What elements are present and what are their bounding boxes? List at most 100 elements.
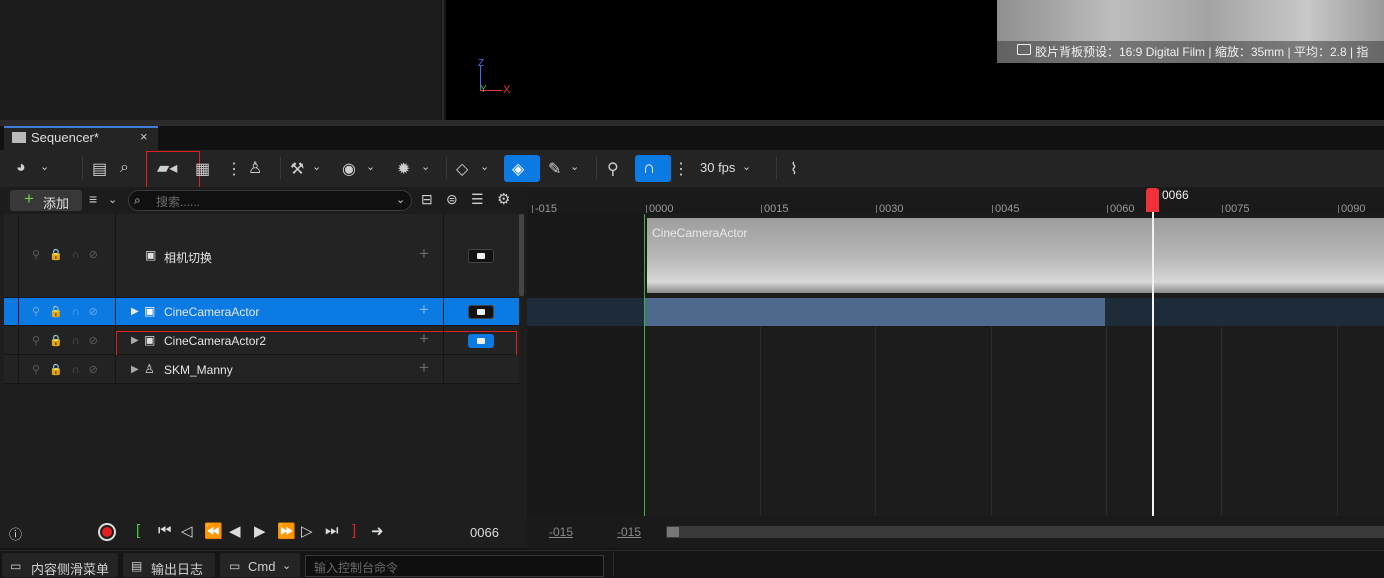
expand-arrow-icon[interactable]: ▶ bbox=[131, 306, 139, 317]
next-key-icon[interactable]: ▷ bbox=[301, 522, 313, 540]
column-divider bbox=[115, 214, 116, 384]
auto-key-icon: ◈ bbox=[512, 161, 525, 178]
timeline-scrollbar-thumb[interactable] bbox=[667, 527, 679, 537]
step-forward-icon[interactable]: ⏩ bbox=[277, 522, 296, 540]
row-state-icons[interactable]: ⚲🔒∩⊘ bbox=[32, 363, 107, 376]
clapper-icon bbox=[12, 132, 26, 143]
timeline-scrollbar[interactable] bbox=[666, 526, 1384, 538]
chevron-down-icon[interactable]: ⌄ bbox=[312, 160, 321, 173]
row-label: SKM_Manny bbox=[164, 363, 233, 377]
chevron-down-icon: ⌄ bbox=[282, 560, 292, 572]
toolbar-divider bbox=[82, 157, 83, 179]
gear-icon[interactable]: ✹ bbox=[397, 159, 410, 179]
step-back-icon[interactable]: ⏪ bbox=[204, 522, 223, 540]
terminal-icon: ▭ bbox=[229, 559, 241, 573]
magnet-icon: ∩ bbox=[643, 158, 656, 177]
grid-line bbox=[991, 326, 992, 516]
wrench-icon[interactable]: ⚒ bbox=[290, 159, 304, 179]
console-placeholder: 输入控制台命令 bbox=[314, 561, 399, 575]
tree-row-skm-manny[interactable]: ⚲🔒∩⊘ ▶ ♙ SKM_Manny + bbox=[4, 355, 519, 384]
chevron-down-icon[interactable]: ⌄ bbox=[40, 160, 49, 173]
loop-arrow-icon[interactable]: ➜ bbox=[371, 522, 384, 540]
record-icon bbox=[102, 527, 112, 537]
chevron-down-icon[interactable]: ⌄ bbox=[421, 160, 430, 173]
chevron-down-icon[interactable]: ⌄ bbox=[108, 193, 117, 206]
collapse-all-icon[interactable]: ⊟ bbox=[421, 191, 433, 208]
view-range-end[interactable]: -015 bbox=[617, 525, 641, 539]
marker-pin-icon[interactable]: ⚲ bbox=[607, 159, 619, 179]
status-divider bbox=[613, 551, 614, 577]
prev-key-icon[interactable]: ◁ bbox=[181, 522, 193, 540]
expand-all-icon[interactable]: ⊜ bbox=[446, 191, 458, 208]
chevron-down-icon[interactable]: ⌄ bbox=[570, 160, 579, 173]
row-state-icons[interactable]: ⚲🔒∩⊘ bbox=[32, 334, 107, 347]
add-key-plus-icon[interactable]: + bbox=[419, 244, 429, 264]
key-diamond-icon[interactable]: ◇ bbox=[456, 159, 468, 179]
settings-icon[interactable]: ⚙ bbox=[497, 190, 510, 208]
list-icon[interactable]: ☰ bbox=[471, 191, 484, 208]
tree-row-cinecameraactor[interactable]: ⚲🔒∩⊘ ▶ ▣ CineCameraActor + bbox=[4, 298, 519, 326]
thumbnail bbox=[773, 218, 901, 293]
toolbar-divider bbox=[446, 157, 447, 179]
actor-section-bar[interactable] bbox=[645, 298, 1105, 326]
axis-x-label: X bbox=[503, 84, 511, 96]
frame-rate-label[interactable]: 30 fps bbox=[700, 160, 735, 175]
playback-start-line[interactable] bbox=[644, 214, 645, 516]
tick-mark bbox=[1107, 205, 1108, 213]
curve-editor-icon[interactable]: ⌇ bbox=[790, 159, 798, 179]
chevron-down-icon[interactable]: ⌄ bbox=[366, 160, 375, 173]
camera-cut-section[interactable] bbox=[647, 218, 1384, 293]
search-icon: ⌕ bbox=[134, 193, 141, 207]
snap-options-icon[interactable]: ⋮ bbox=[673, 159, 689, 179]
world-icon[interactable]: ◕ bbox=[16, 159, 26, 177]
track-pre-range bbox=[527, 214, 644, 516]
filter-icon[interactable]: ≡ bbox=[89, 191, 97, 207]
chevron-down-icon[interactable]: ⌄ bbox=[396, 193, 405, 206]
jump-to-start-icon[interactable]: ⏮ bbox=[158, 522, 172, 539]
expand-arrow-icon[interactable]: ▶ bbox=[131, 364, 139, 375]
more-options-icon[interactable]: ⋮ bbox=[226, 159, 242, 179]
set-start-icon[interactable]: [ bbox=[136, 522, 140, 539]
set-end-icon[interactable]: ] bbox=[352, 522, 356, 539]
save-icon[interactable]: ▤ bbox=[92, 159, 107, 179]
camera-cut-icon: ▣ bbox=[145, 248, 157, 262]
thumbnail bbox=[1025, 218, 1153, 293]
tree-row-camera-cuts[interactable]: ⚲🔒∩⊘ ▣ 相机切换 + bbox=[4, 214, 519, 298]
close-icon[interactable]: × bbox=[140, 129, 148, 144]
info-icon[interactable]: ⓘ bbox=[9, 524, 22, 543]
jump-to-end-icon[interactable]: ⏭ bbox=[325, 522, 339, 539]
camera-toggle-icon[interactable] bbox=[468, 305, 494, 319]
view-range-start[interactable]: -015 bbox=[549, 525, 573, 539]
chevron-down-icon[interactable]: ⌄ bbox=[480, 160, 489, 173]
plus-icon: + bbox=[24, 189, 34, 208]
playhead-handle[interactable] bbox=[1146, 188, 1159, 212]
playhead-line[interactable] bbox=[1152, 212, 1154, 516]
actors-icon[interactable]: ♙ bbox=[248, 158, 262, 178]
eye-icon[interactable]: ◉ bbox=[342, 159, 356, 179]
toolbar-divider bbox=[596, 157, 597, 179]
chevron-down-icon[interactable]: ⌄ bbox=[742, 160, 751, 173]
grid-line bbox=[1337, 326, 1338, 516]
axis-y-label: Y bbox=[480, 84, 487, 95]
pencil-icon[interactable]: ✎ bbox=[548, 159, 561, 179]
play-icon[interactable]: ▶ bbox=[254, 522, 266, 540]
row-state-icons[interactable]: ⚲🔒∩⊘ bbox=[32, 248, 107, 261]
row-state-icons[interactable]: ⚲🔒∩⊘ bbox=[32, 305, 107, 318]
current-frame-field[interactable]: 0066 bbox=[470, 525, 499, 540]
toolbar-divider bbox=[280, 157, 281, 179]
tree-scrollbar[interactable] bbox=[519, 214, 524, 296]
column-divider bbox=[443, 214, 444, 384]
add-key-plus-icon[interactable]: + bbox=[419, 300, 429, 320]
add-key-plus-icon[interactable]: + bbox=[419, 358, 429, 378]
render-movie-icon[interactable]: ▦ bbox=[195, 159, 210, 179]
highlight-box bbox=[116, 331, 517, 358]
tab-title: Sequencer* bbox=[31, 130, 99, 145]
find-in-browser-icon[interactable]: ⌕ bbox=[120, 159, 129, 177]
details-panel bbox=[0, 0, 444, 120]
camera-toggle-icon[interactable] bbox=[468, 249, 494, 263]
grid-line bbox=[875, 326, 876, 516]
tick-mark bbox=[992, 205, 993, 213]
thumbnail bbox=[899, 218, 1027, 293]
play-reverse-icon[interactable]: ◀ bbox=[229, 522, 241, 540]
tick-mark bbox=[761, 205, 762, 213]
